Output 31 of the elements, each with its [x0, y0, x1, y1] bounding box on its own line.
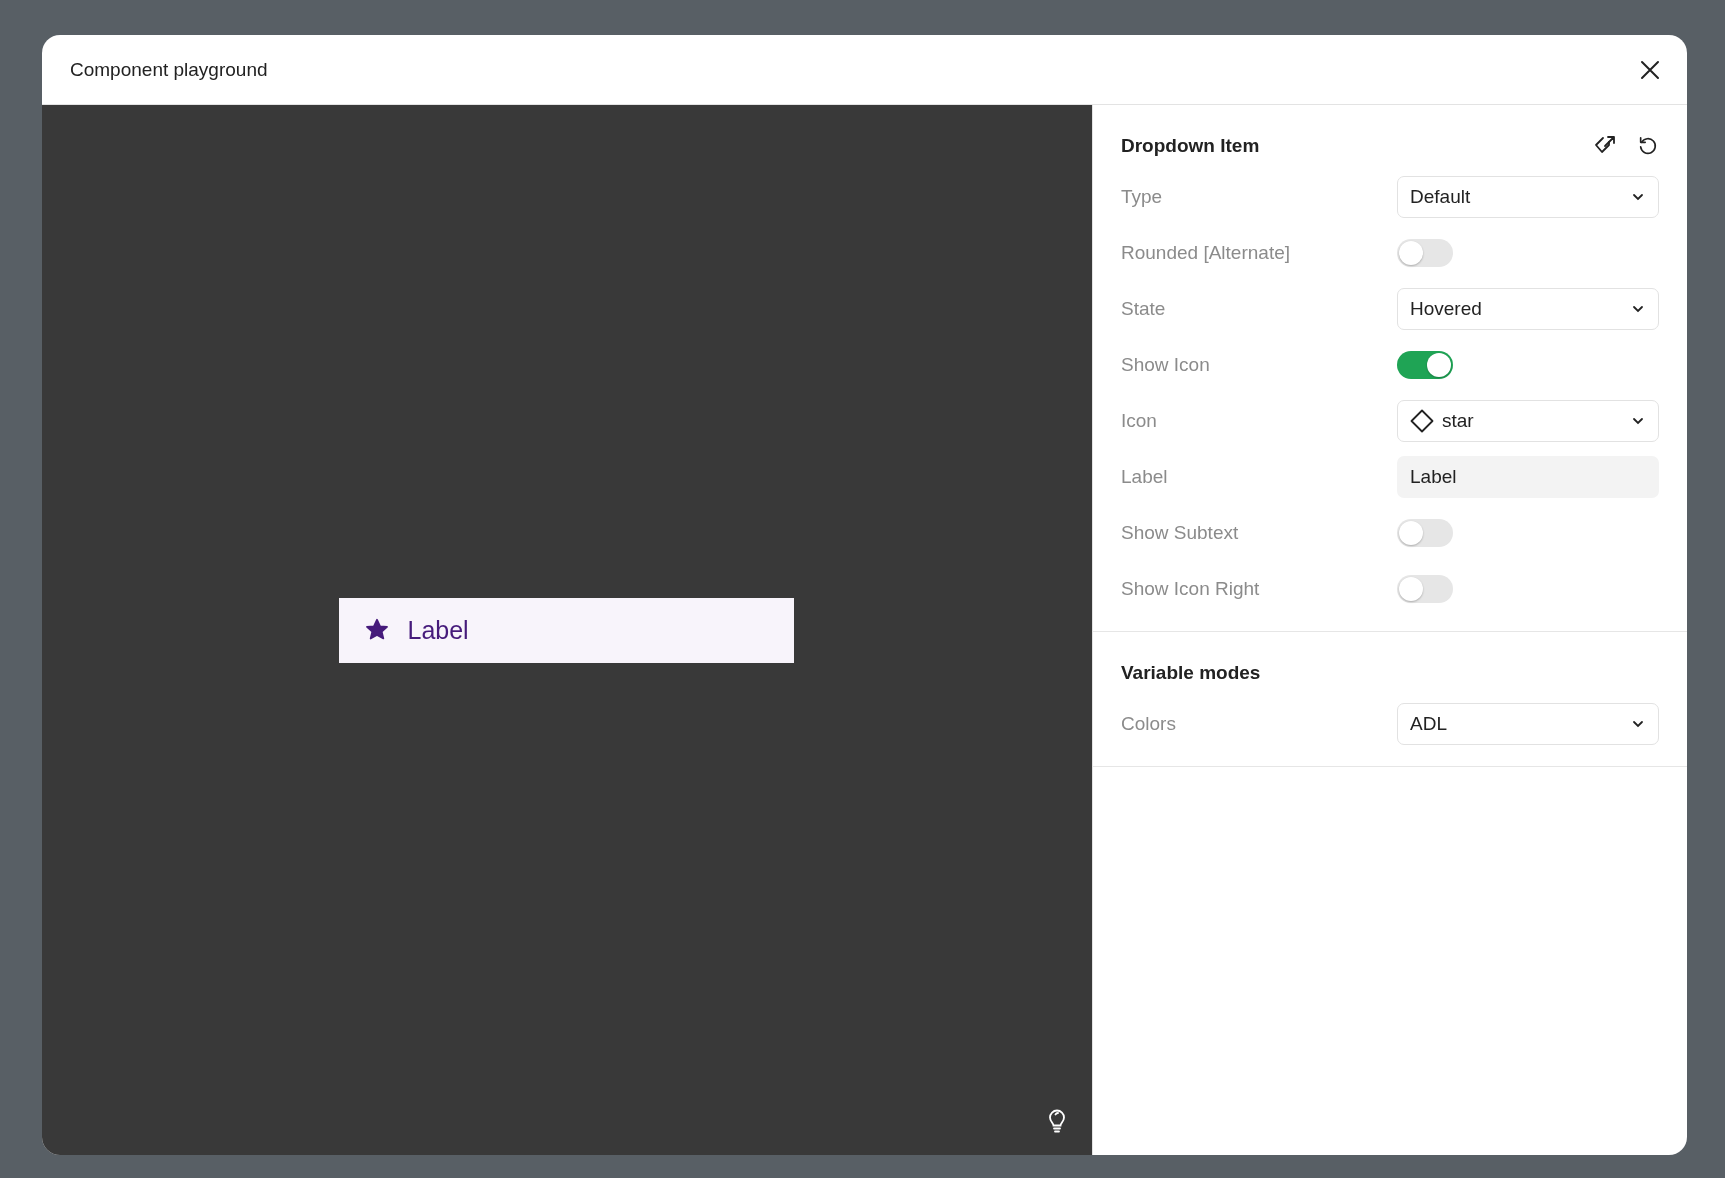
toggle-switch[interactable] [1397, 575, 1453, 603]
toggle-switch[interactable] [1397, 351, 1453, 379]
property-label: Show Icon Right [1121, 578, 1261, 600]
select-dropdown[interactable]: ADL [1397, 703, 1659, 745]
toggle-switch[interactable] [1397, 519, 1453, 547]
dialog-title: Component playground [70, 58, 269, 81]
section-title: Dropdown Item [1121, 135, 1261, 157]
toggle-switch[interactable] [1397, 239, 1453, 267]
select-dropdown[interactable]: Default [1397, 176, 1659, 218]
property-label: Label [1121, 466, 1169, 488]
chevron-down-icon [1632, 193, 1644, 201]
dropdown-item[interactable]: Label [338, 597, 794, 663]
property-label: Type [1121, 186, 1164, 208]
property-label: Show Subtext [1121, 522, 1240, 544]
select-dropdown[interactable]: Hovered [1397, 288, 1659, 330]
select-dropdown[interactable]: star [1397, 400, 1659, 442]
section-title: Variable modes [1121, 662, 1262, 684]
property-label: Icon [1121, 410, 1158, 432]
close-icon[interactable] [1639, 58, 1661, 81]
chevron-down-icon [1632, 305, 1644, 313]
text-field[interactable]: Label [1397, 456, 1659, 498]
lightbulb-icon[interactable] [1048, 1109, 1066, 1133]
property-label: Colors [1121, 713, 1177, 735]
property-label: Show Icon [1121, 354, 1211, 376]
property-label: State [1121, 298, 1167, 320]
chevron-down-icon [1632, 417, 1644, 425]
item-label: Label [407, 615, 469, 645]
property-label: Rounded [Alternate] [1121, 242, 1291, 264]
chevron-down-icon [1632, 720, 1644, 728]
reset-icon[interactable] [1637, 135, 1659, 157]
diamond-icon [1410, 409, 1434, 433]
